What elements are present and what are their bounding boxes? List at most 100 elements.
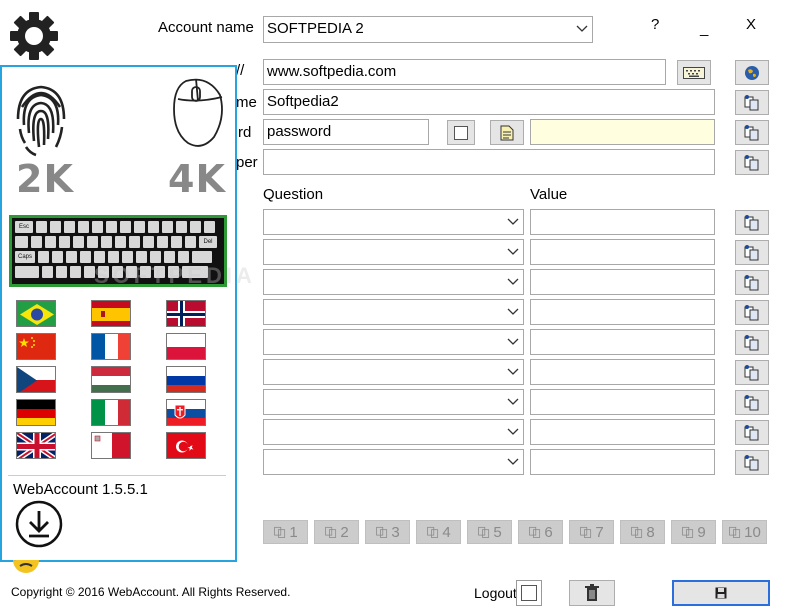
keyboard-key <box>178 251 189 263</box>
answer-value-input[interactable] <box>530 299 715 325</box>
slot-button[interactable]: 4 <box>416 520 461 544</box>
password-extra-field[interactable] <box>530 119 715 145</box>
question-select[interactable] <box>263 389 524 415</box>
slot-button[interactable]: 9 <box>671 520 716 544</box>
fingerprint-icon[interactable] <box>14 77 68 157</box>
url-label: // <box>236 62 245 79</box>
keyboard-key <box>15 236 28 248</box>
number-label: per <box>236 154 258 171</box>
flag-brazil-icon[interactable] <box>16 300 56 327</box>
copy-answer-button[interactable] <box>735 330 769 355</box>
question-select[interactable] <box>263 209 524 235</box>
username-label: me <box>236 94 257 111</box>
flag-poland-icon[interactable] <box>166 333 206 360</box>
answer-value-input[interactable] <box>530 449 715 475</box>
mouse-icon[interactable] <box>168 73 228 151</box>
flag-spain-icon[interactable] <box>91 300 131 327</box>
answer-value-input[interactable] <box>530 329 715 355</box>
download-icon[interactable] <box>14 499 64 549</box>
minimize-button[interactable]: _ <box>700 20 708 37</box>
account-name-select[interactable]: SOFTPEDIA 2 <box>263 16 593 43</box>
number-input[interactable] <box>263 149 715 175</box>
logout-checkbox[interactable] <box>516 580 542 606</box>
keyboard-key: Esc <box>15 221 33 233</box>
keyboard-key <box>148 221 159 233</box>
keyboard-key <box>106 221 117 233</box>
slot-button[interactable]: 2 <box>314 520 359 544</box>
copy-clipboard-icon <box>744 154 759 170</box>
copy-number-button[interactable] <box>735 150 769 175</box>
checkbox-square-icon <box>521 585 537 601</box>
keyboard-key <box>36 221 47 233</box>
chevron-down-icon <box>507 428 519 435</box>
close-button[interactable]: X <box>746 16 756 33</box>
question-select[interactable] <box>263 449 524 475</box>
keyboard-input-button[interactable] <box>677 60 711 85</box>
slot-number: 7 <box>595 523 604 541</box>
keyboard-key <box>15 266 39 278</box>
slot-copy-icon <box>274 526 286 538</box>
flag-czech-icon[interactable] <box>16 366 56 393</box>
slot-button[interactable]: 8 <box>620 520 665 544</box>
slot-copy-icon <box>376 526 388 538</box>
answer-value-input[interactable] <box>530 269 715 295</box>
copy-username-button[interactable] <box>735 90 769 115</box>
copy-answer-button[interactable] <box>735 210 769 235</box>
copy-password-button[interactable] <box>735 120 769 145</box>
save-button[interactable] <box>672 580 770 606</box>
copy-answer-button[interactable] <box>735 270 769 295</box>
password-input[interactable]: password <box>263 119 429 145</box>
show-password-toggle[interactable] <box>447 120 475 145</box>
answer-value-input[interactable] <box>530 239 715 265</box>
flag-france-icon[interactable] <box>91 333 131 360</box>
generate-password-button[interactable] <box>490 120 524 145</box>
flag-russia-icon[interactable] <box>166 366 206 393</box>
question-select[interactable] <box>263 419 524 445</box>
flag-united-kingdom-icon[interactable] <box>16 432 56 459</box>
value-column-header: Value <box>530 186 568 203</box>
copyright-text: Copyright © 2016 WebAccount. All Rights … <box>11 585 291 599</box>
slot-button[interactable]: 1 <box>263 520 308 544</box>
slot-number: 5 <box>493 523 502 541</box>
flag-slovakia-icon[interactable] <box>166 399 206 426</box>
copy-answer-button[interactable] <box>735 240 769 265</box>
delete-button[interactable] <box>569 580 615 606</box>
help-button[interactable]: ? <box>651 16 659 33</box>
flag-malta-icon[interactable] <box>91 432 131 459</box>
slot-button[interactable]: 3 <box>365 520 410 544</box>
username-input[interactable]: Softpedia2 <box>263 89 715 115</box>
question-select[interactable] <box>263 269 524 295</box>
flag-norway-icon[interactable] <box>166 300 206 327</box>
answer-value-input[interactable] <box>530 209 715 235</box>
settings-gear-icon[interactable] <box>8 10 60 62</box>
chevron-down-icon <box>507 398 519 405</box>
slot-button[interactable]: 10 <box>722 520 767 544</box>
url-input[interactable]: www.softpedia.com <box>263 59 666 85</box>
flag-turkey-icon[interactable] <box>166 432 206 459</box>
flag-hungary-icon[interactable] <box>91 366 131 393</box>
flag-germany-icon[interactable] <box>16 399 56 426</box>
globe-icon <box>745 65 759 80</box>
answer-value-input[interactable] <box>530 359 715 385</box>
question-select[interactable] <box>263 329 524 355</box>
slot-number: 8 <box>646 523 655 541</box>
question-select[interactable] <box>263 239 524 265</box>
panel-divider <box>8 475 226 476</box>
copy-answer-button[interactable] <box>735 450 769 475</box>
keyboard-key <box>190 221 201 233</box>
copy-answer-button[interactable] <box>735 390 769 415</box>
answer-value-input[interactable] <box>530 419 715 445</box>
copy-answer-button[interactable] <box>735 420 769 445</box>
copy-answer-button[interactable] <box>735 360 769 385</box>
slot-button[interactable]: 6 <box>518 520 563 544</box>
flag-china-icon[interactable] <box>16 333 56 360</box>
slot-button[interactable]: 7 <box>569 520 614 544</box>
answer-value-input[interactable] <box>530 389 715 415</box>
question-select[interactable] <box>263 359 524 385</box>
copy-answer-button[interactable] <box>735 300 769 325</box>
chevron-down-icon <box>507 218 519 225</box>
question-select[interactable] <box>263 299 524 325</box>
open-url-button[interactable] <box>735 60 769 85</box>
flag-italy-icon[interactable] <box>91 399 131 426</box>
slot-button[interactable]: 5 <box>467 520 512 544</box>
